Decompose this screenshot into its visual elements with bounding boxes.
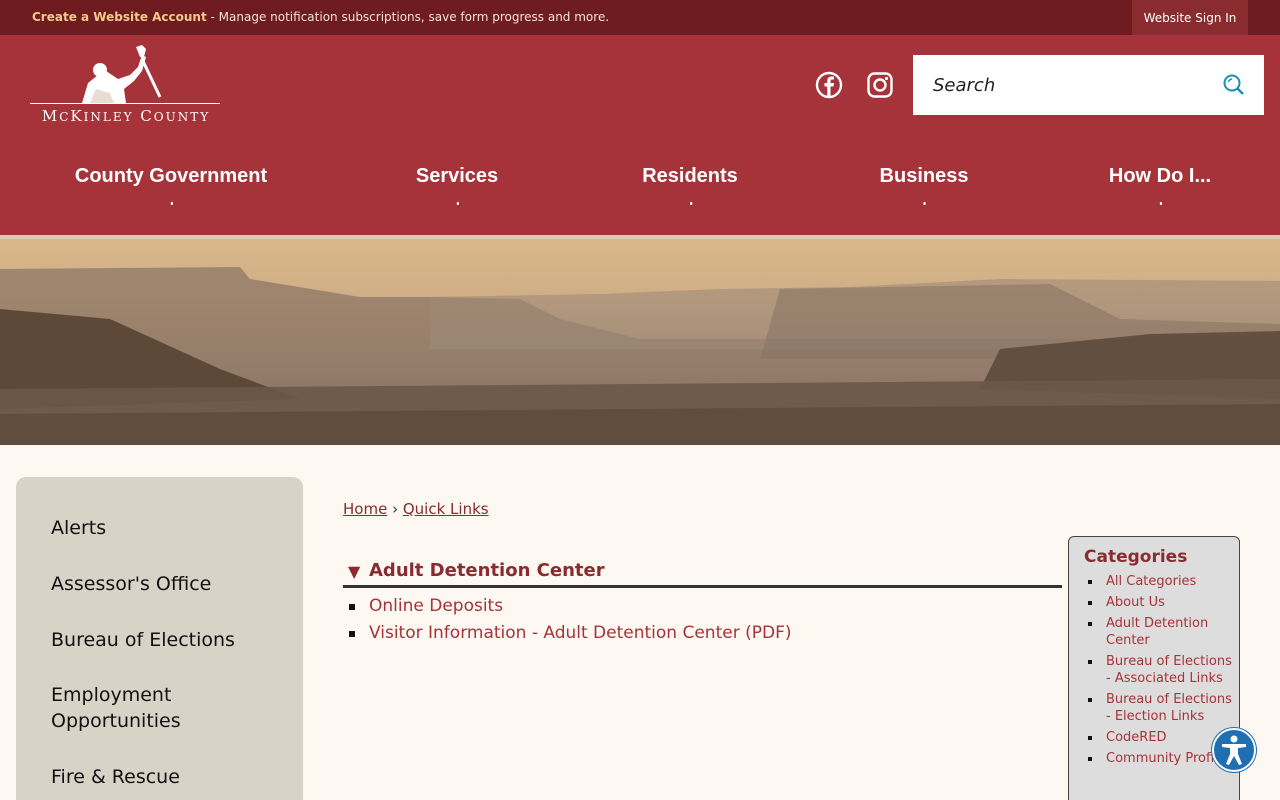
collapse-toggle-icon[interactable]: ▼	[348, 562, 360, 581]
account-message: Create a Website Account - Manage notifi…	[32, 10, 609, 24]
sidebar-menu: Alerts Assessor's Office Bureau of Elect…	[16, 477, 303, 800]
nav-services[interactable]: Services	[416, 165, 498, 205]
section-title[interactable]: Adult Detention Center	[369, 560, 605, 581]
category-all[interactable]: All Categories	[1084, 573, 1234, 590]
nav-business[interactable]: Business	[880, 165, 968, 205]
website-sign-in-button[interactable]: Website Sign In	[1132, 0, 1248, 35]
categories-title: Categories	[1084, 547, 1188, 567]
breadcrumb-home-link[interactable]: Home	[343, 500, 387, 518]
search-icon[interactable]	[1222, 73, 1246, 97]
category-elections-associated-links[interactable]: Bureau of Elections - Associated Links	[1084, 653, 1234, 687]
logo-text: MCKINLEY COUNTY	[41, 107, 211, 125]
sidebar-item-employment-opportunities[interactable]: Employment Opportunities	[51, 682, 211, 734]
county-logo[interactable]: MCKINLEY COUNTY	[30, 45, 222, 129]
sidebar-item-fire-rescue[interactable]: Fire & Rescue	[51, 764, 281, 790]
nav-how-do-i[interactable]: How Do I...	[1109, 165, 1211, 205]
quick-links-section-header: ▼ Adult Detention Center	[343, 560, 1062, 588]
instagram-icon[interactable]	[866, 71, 894, 99]
logo-divider	[30, 103, 220, 104]
accessibility-icon[interactable]	[1212, 728, 1256, 772]
landscape-banner-image	[0, 239, 1280, 445]
search-input[interactable]	[913, 55, 1213, 115]
sidebar-item-bureau-of-elections[interactable]: Bureau of Elections	[51, 627, 281, 653]
account-description: - Manage notification subscriptions, sav…	[206, 10, 610, 24]
quick-links-list: Online Deposits Visitor Information - Ad…	[343, 596, 791, 650]
sidebar-item-alerts[interactable]: Alerts	[51, 515, 281, 541]
create-account-link[interactable]: Create a Website Account	[32, 10, 207, 24]
facebook-icon[interactable]	[815, 71, 843, 99]
search-box	[913, 55, 1264, 115]
breadcrumb-separator: ›	[392, 500, 399, 518]
category-elections-election-links[interactable]: Bureau of Elections - Election Links	[1084, 691, 1234, 725]
sidebar-item-assessors-office[interactable]: Assessor's Office	[51, 571, 281, 597]
torch-bearer-logo-icon	[82, 45, 162, 103]
link-online-deposits[interactable]: Online Deposits	[343, 596, 791, 623]
top-notification-bar: Create a Website Account - Manage notifi…	[0, 0, 1280, 35]
category-adult-detention-center[interactable]: Adult Detention Center	[1084, 615, 1234, 649]
breadcrumb-quick-links[interactable]: Quick Links	[403, 500, 489, 518]
link-visitor-information[interactable]: Visitor Information - Adult Detention Ce…	[343, 623, 791, 650]
categories-list: All Categories About Us Adult Detention …	[1084, 573, 1234, 771]
breadcrumb: Home › Quick Links	[343, 500, 489, 518]
main-navigation: County Government Services Residents Bus…	[0, 165, 1280, 205]
category-codered[interactable]: CodeRED	[1084, 729, 1234, 746]
category-about-us[interactable]: About Us	[1084, 594, 1234, 611]
site-header: MCKINLEY COUNTY County Government Servic…	[0, 35, 1280, 235]
nav-county-government[interactable]: County Government	[75, 165, 267, 205]
nav-residents[interactable]: Residents	[642, 165, 738, 205]
